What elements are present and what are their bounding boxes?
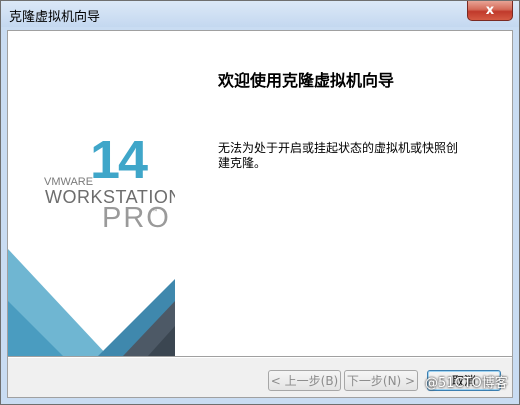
wizard-description: 无法为处于开启或挂起状态的虚拟机或快照创建克隆。: [218, 141, 459, 170]
trademark-symbol: ™: [152, 209, 158, 216]
page-title: 欢迎使用克隆虚拟机向导: [218, 71, 395, 90]
title-bar[interactable]: 克隆虚拟机向导 x: [1, 1, 519, 27]
window-title: 克隆虚拟机向导: [9, 10, 101, 25]
watermark-text: @51CTO博客: [425, 376, 508, 391]
back-button[interactable]: < 上一步(B): [268, 370, 341, 391]
button-separator: [8, 356, 512, 357]
clone-vm-wizard-window: 克隆虚拟机向导 x 14 VMWARE WORKSTATION PRO ™ 欢迎…: [0, 0, 520, 405]
wizard-side-banner: 14 VMWARE WORKSTATION PRO ™: [8, 31, 175, 356]
wizard-content: 欢迎使用克隆虚拟机向导 无法为处于开启或挂起状态的虚拟机或快照创建克隆。: [175, 31, 512, 356]
close-icon: x: [485, 3, 495, 18]
wizard-body: 14 VMWARE WORKSTATION PRO ™ 欢迎使用克隆虚拟机向导 …: [7, 30, 513, 398]
close-button[interactable]: x: [467, 1, 513, 21]
version-number: 14: [90, 130, 148, 190]
edition-name: PRO: [102, 202, 171, 234]
next-button[interactable]: 下一步(N) >: [344, 370, 418, 391]
